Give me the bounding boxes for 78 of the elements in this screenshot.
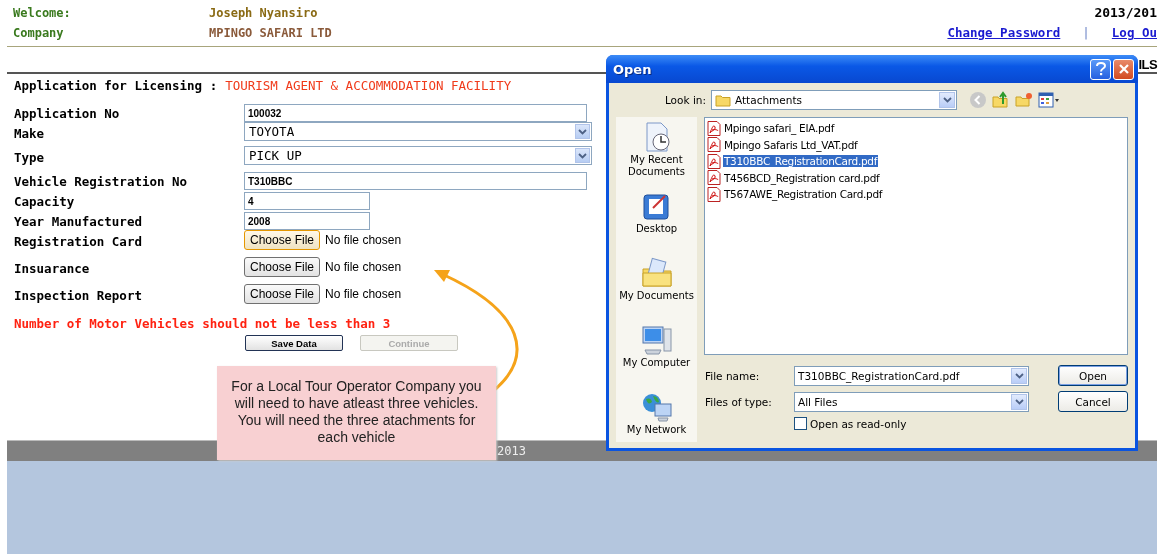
company-name: MPINGO SAFARI LTD bbox=[209, 25, 333, 40]
computer-icon bbox=[640, 324, 673, 356]
welcome-label: Welcome: bbox=[13, 5, 72, 20]
file-name-label: File name: bbox=[704, 369, 761, 382]
callout-note: For a Local Tour Operator Company you will need to have atleast three vehicles. You will need the three atachments for each vehicle bbox=[217, 366, 496, 460]
dropdown[interactable]: TOYOTA bbox=[244, 122, 592, 141]
dialog-button[interactable]: Open bbox=[1058, 365, 1128, 386]
dialog-title: Open bbox=[613, 61, 652, 77]
file-item[interactable]: T567AWE_Registration Card.pdf bbox=[723, 188, 884, 201]
help-icon bbox=[1094, 62, 1107, 76]
place-item[interactable]: My Network bbox=[617, 391, 696, 436]
caret-icon bbox=[1011, 367, 1027, 384]
pdf-file-icon bbox=[707, 170, 721, 186]
read-only-label: Open as read-only bbox=[810, 417, 907, 430]
file-status: No file chosen bbox=[325, 260, 402, 274]
dropdown[interactable]: PICK UP bbox=[244, 146, 592, 165]
new-folder-icon[interactable] bbox=[1015, 91, 1033, 109]
file-item[interactable]: Mpingo Safaris Ltd_VAT.pdf bbox=[723, 138, 859, 151]
place-item[interactable]: My Computer bbox=[617, 324, 696, 369]
close-button[interactable] bbox=[1113, 58, 1134, 80]
look-in-dropdown[interactable]: Attachments bbox=[711, 90, 957, 110]
header-link[interactable]: Change Password bbox=[947, 25, 1061, 40]
heading-text: ILS bbox=[1138, 57, 1157, 72]
footer-text: 2013 bbox=[497, 444, 526, 458]
file-item[interactable]: T310BBC_RegistrationCard.pdf bbox=[723, 155, 879, 168]
pdf-file-icon bbox=[707, 120, 721, 136]
field-label: Make bbox=[14, 127, 46, 141]
pdf-file-icon bbox=[707, 186, 721, 202]
pdf-file-icon bbox=[707, 153, 721, 169]
form-title-label: Application for Licensing : bbox=[14, 78, 218, 93]
licence-type: TOURISM AGENT & ACCOMMODATION FACILITY bbox=[225, 78, 512, 93]
file-status: No file chosen bbox=[325, 287, 402, 301]
field-label: Inspection Report bbox=[14, 289, 143, 303]
header-link[interactable]: Log Ou bbox=[1111, 25, 1157, 40]
caret-icon bbox=[1011, 393, 1027, 410]
place-item[interactable]: Desktop bbox=[617, 190, 696, 235]
field-label: Registration Card bbox=[14, 235, 143, 249]
field-label: Type bbox=[14, 151, 46, 165]
place-item[interactable]: My Documents bbox=[617, 257, 696, 302]
field-label: Application No bbox=[14, 107, 121, 121]
file-type-dropdown[interactable]: All Files bbox=[794, 391, 1029, 412]
caret-icon bbox=[575, 148, 590, 163]
file-name-field[interactable]: T310BBC_RegistrationCard.pdf bbox=[794, 365, 1029, 386]
folder-icon bbox=[715, 93, 731, 107]
dialog-button[interactable]: Cancel bbox=[1058, 391, 1128, 412]
choose-file-button[interactable]: Choose File bbox=[244, 284, 321, 304]
user-name: Joseph Nyansiro bbox=[209, 5, 319, 20]
help-button[interactable] bbox=[1090, 58, 1111, 80]
globe-computer-icon bbox=[640, 391, 673, 423]
close-icon bbox=[1117, 63, 1130, 75]
choose-file-button[interactable]: Choose File bbox=[244, 230, 321, 250]
field-label: Capacity bbox=[14, 195, 76, 209]
company-label: Company bbox=[13, 25, 65, 40]
file-item[interactable]: Mpingo safari_ EIA.pdf bbox=[723, 122, 836, 135]
field-label: Insuarance bbox=[14, 262, 91, 276]
caret-icon bbox=[575, 124, 590, 139]
view-menu-icon[interactable] bbox=[1038, 92, 1060, 108]
pdf-file-icon bbox=[707, 137, 721, 153]
look-in-label: Look in: bbox=[663, 94, 707, 106]
folder-icon bbox=[640, 257, 673, 289]
file-type-label: Files of type: bbox=[704, 395, 773, 408]
file-item[interactable]: T456BCD_Registration card.pdf bbox=[723, 171, 881, 184]
form-button[interactable]: Save Data bbox=[245, 335, 343, 351]
period-text: 2013/201 bbox=[1093, 5, 1157, 20]
text-field[interactable]: 2008 bbox=[244, 212, 370, 230]
field-label: Vehicle Registration No bbox=[14, 175, 189, 189]
caret-icon bbox=[939, 92, 955, 108]
read-only-checkbox[interactable] bbox=[794, 417, 807, 430]
text-field[interactable]: T310BBC bbox=[244, 172, 587, 190]
up-folder-icon[interactable] bbox=[992, 91, 1010, 109]
text-field[interactable]: 4 bbox=[244, 192, 370, 210]
link-separator: | bbox=[1082, 25, 1090, 40]
place-item[interactable]: My Recent Documents bbox=[617, 121, 696, 178]
field-label: Year Manufactured bbox=[14, 215, 143, 229]
choose-file-button[interactable]: Choose File bbox=[244, 257, 321, 277]
error-message: Number of Motor Vehicles should not be less than 3 bbox=[14, 316, 392, 331]
text-field[interactable]: 100032 bbox=[244, 104, 587, 122]
file-status: No file chosen bbox=[325, 233, 402, 247]
